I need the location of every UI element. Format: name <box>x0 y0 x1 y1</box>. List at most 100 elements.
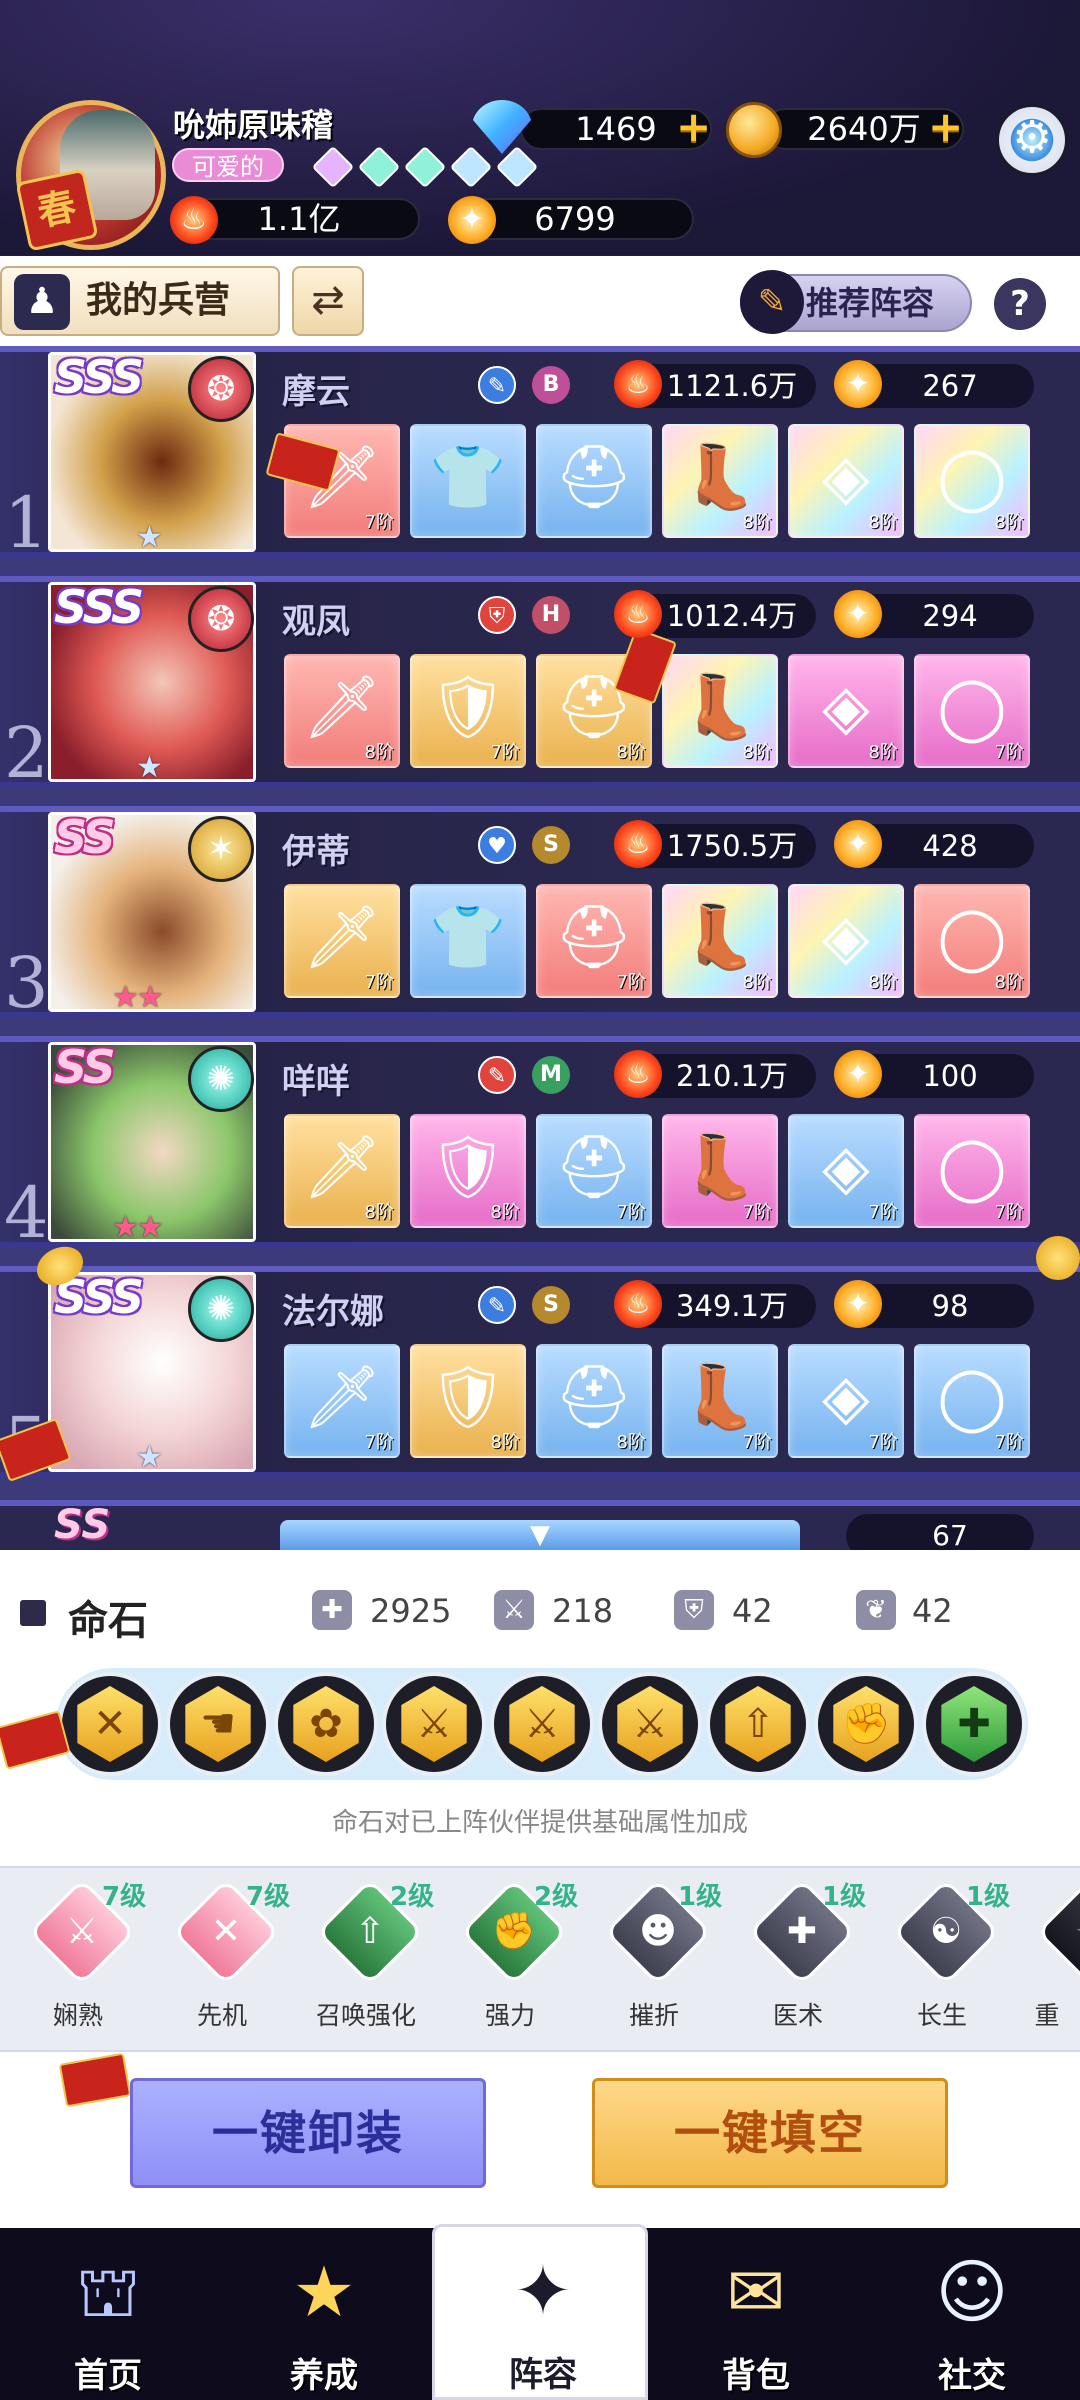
ring-slot[interactable]: ◯ 7阶 <box>914 1114 1030 1228</box>
boot-icon: 👢 <box>681 1360 759 1433</box>
equip-tier: 7阶 <box>742 1432 772 1453</box>
rank-number: 1 <box>4 482 49 564</box>
unequip-all-button[interactable]: 一键卸装 <box>130 2078 486 2188</box>
amulet-slot[interactable]: ◈ 8阶 <box>788 424 904 538</box>
helmet-icon: ⛑ <box>554 1130 634 1203</box>
ring-slot[interactable]: ◯ 8阶 <box>914 884 1030 998</box>
talent-name: 长生 <box>916 2001 967 2030</box>
helmet-slot[interactable]: ⛑ 7阶 <box>536 884 652 998</box>
sword-icon: 🗡 <box>302 1360 382 1433</box>
ring-slot[interactable]: ◯ 7阶 <box>914 654 1030 768</box>
ring-slot[interactable]: ◯ 7阶 <box>914 1344 1030 1458</box>
hero-row[interactable]: 2 SSS ❂ ★ 观凤 ⛨ H ♨ 1012.4万 ✦ 294 🗡 8阶 🛡 7阶… <box>0 576 1080 794</box>
settings-gear-icon[interactable]: ⚙ <box>996 104 1068 176</box>
sword-icon: ⚔ <box>617 1686 683 1762</box>
heavy-icon: ✦ <box>1052 1894 1080 1970</box>
ring-slot[interactable]: ◯ 8阶 <box>914 424 1030 538</box>
lineup-star-icon: ✦ <box>513 2250 573 2332</box>
hero-row[interactable]: 5 SSS ✺ ★ 法尔娜 ✎ S ♨ 349.1万 ✦ 98 🗡7阶 🛡8阶 … <box>0 1266 1080 1484</box>
equip-tier: 7阶 <box>868 1202 898 1223</box>
nav-social[interactable]: ☺ 社交 <box>864 2228 1080 2400</box>
talent-name: 先机 <box>196 2001 247 2030</box>
armor-slot[interactable]: 👕 <box>410 884 526 998</box>
grade-badge: S <box>532 826 570 864</box>
amulet-slot[interactable]: ◈ 8阶 <box>788 884 904 998</box>
talent-item[interactable]: ✕ 7级 先机 <box>150 1868 294 2054</box>
fate-stone-slot[interactable]: ☚ <box>166 1672 270 1776</box>
equip-tier: 8阶 <box>868 742 898 763</box>
ring-icon: ◯ <box>937 900 1007 973</box>
fate-stone-slot[interactable]: ⚔ <box>598 1672 702 1776</box>
boots-slot[interactable]: 👢 8阶 <box>662 884 778 998</box>
hero-name: 法尔娜 <box>282 1292 384 1332</box>
helmet-icon: ⛑ <box>554 900 634 973</box>
weapon-slot[interactable]: 🗡 7阶 <box>284 884 400 998</box>
help-button[interactable]: ? <box>994 278 1046 330</box>
hero-row[interactable]: 3 SS ✶ ★★ 伊蒂 ♥ S ♨ 1750.5万 ✦ 428 🗡 7阶 👕 ⛑… <box>0 806 1080 1024</box>
power-fire-icon: ♨ <box>614 1280 662 1328</box>
fate-stone-slot[interactable]: ✕ <box>58 1672 162 1776</box>
boot-icon: 👢 <box>681 440 759 513</box>
talent-item[interactable]: ☻ 1级 摧折 <box>582 1868 726 2054</box>
armor-slot[interactable]: 👕 <box>410 424 526 538</box>
weapon-slot[interactable]: 🗡 8阶 <box>284 654 400 768</box>
fate-stone-slot[interactable]: ⇧ <box>706 1672 810 1776</box>
add-coins-button[interactable]: + <box>928 106 963 148</box>
boots-slot[interactable]: 👢 7阶 <box>662 1344 778 1458</box>
star-rating: ★ <box>136 520 163 555</box>
resist-value: 42 <box>912 1592 953 1630</box>
auto-fill-button[interactable]: 一键填空 <box>592 2078 948 2188</box>
chevron-down-icon[interactable]: ▼ <box>520 1520 560 1550</box>
amulet-slot[interactable]: ◈ 7阶 <box>788 1114 904 1228</box>
hero-row[interactable]: 4 SS ✺ ★★ 咩咩 ✎ M ♨ 210.1万 ✦ 100 🗡 8阶 🛡 8阶 … <box>0 1036 1080 1254</box>
fate-stone-slot[interactable]: ✚ <box>922 1672 1026 1776</box>
nav-label: 首页 <box>74 2356 142 2396</box>
rarity-label: SSS <box>54 580 144 634</box>
fate-stone-slot[interactable]: ✿ <box>274 1672 378 1776</box>
add-gems-button[interactable]: + <box>676 106 711 148</box>
nav-bag[interactable]: ✉ 背包 <box>648 2228 864 2400</box>
talent-item[interactable]: ✚ 1级 医术 <box>726 1868 870 2054</box>
grade-badge: S <box>532 1286 570 1324</box>
amulet-slot[interactable]: ◈ 8阶 <box>788 654 904 768</box>
nav-lineup[interactable]: ✦ 阵容 <box>432 2224 648 2400</box>
boots-slot[interactable]: 👢 8阶 <box>662 424 778 538</box>
amulet-slot[interactable]: ◈ 7阶 <box>788 1344 904 1458</box>
boots-slot[interactable]: 👢 7阶 <box>662 1114 778 1228</box>
nav-develop[interactable]: ★ 养成 <box>216 2228 432 2400</box>
armor-slot[interactable]: 🛡 8阶 <box>410 1114 526 1228</box>
armor-icon: 🛡 <box>428 1130 508 1203</box>
talent-item[interactable]: ✊ 2级 强力 <box>438 1868 582 2054</box>
fate-stone-slot[interactable]: ⚔ <box>490 1672 594 1776</box>
talent-item[interactable]: ⇧ 2级 召唤强化 <box>294 1868 438 2054</box>
armor-slot[interactable]: 🛡 8阶 <box>410 1344 526 1458</box>
armor-icon: 🛡 <box>428 670 508 743</box>
weapon-slot[interactable]: 🗡 7阶 <box>284 1344 400 1458</box>
level-star-icon: ✦ <box>834 820 882 868</box>
grade-badge: M <box>532 1056 570 1094</box>
hero-name: 伊蒂 <box>282 832 350 872</box>
talent-level: 1级 <box>678 1882 723 1912</box>
fate-stone-slot[interactable]: ⚔ <box>382 1672 486 1776</box>
helmet-slot[interactable]: ⛑ 7阶 <box>536 1114 652 1228</box>
swap-button[interactable]: ⇄ <box>292 266 364 336</box>
hero-name: 摩云 <box>282 372 350 412</box>
nav-home[interactable]: ⛫ 首页 <box>0 2228 216 2400</box>
equip-tier: 7阶 <box>994 742 1024 763</box>
talent-item[interactable]: ☯ 1级 长生 <box>870 1868 1014 2054</box>
boots-slot[interactable]: 👢 8阶 <box>662 654 778 768</box>
hero-row[interactable]: 1 SSS ❂ ★ 摩云 ✎ B ♨ 1121.6万 ✦ 267 🗡 7阶 👕 ⛑… <box>0 346 1080 564</box>
power-fire-icon: ♨ <box>614 590 662 638</box>
gold-ingot-icon[interactable] <box>1036 1236 1080 1280</box>
talent-item[interactable]: ✦ 重 <box>1014 1868 1080 2054</box>
helmet-slot[interactable]: ⛑ <box>536 424 652 538</box>
sword-icon: 🗡 <box>302 1130 382 1203</box>
fate-stone-slot[interactable]: ✊ <box>814 1672 918 1776</box>
rank-number: 2 <box>4 712 49 794</box>
weapon-slot[interactable]: 🗡 8阶 <box>284 1114 400 1228</box>
helmet-outline-icon: ⛑ <box>554 440 634 513</box>
helmet-slot[interactable]: ⛑ 8阶 <box>536 1344 652 1458</box>
talent-strip[interactable]: ⚔ 7级 娴熟 ✕ 7级 先机 ⇧ 2级 召唤强化 ✊ 2级 强力 ☻ 1级 摧… <box>0 1866 1080 2052</box>
armor-slot[interactable]: 🛡 7阶 <box>410 654 526 768</box>
talent-item[interactable]: ⚔ 7级 娴熟 <box>6 1868 150 2054</box>
